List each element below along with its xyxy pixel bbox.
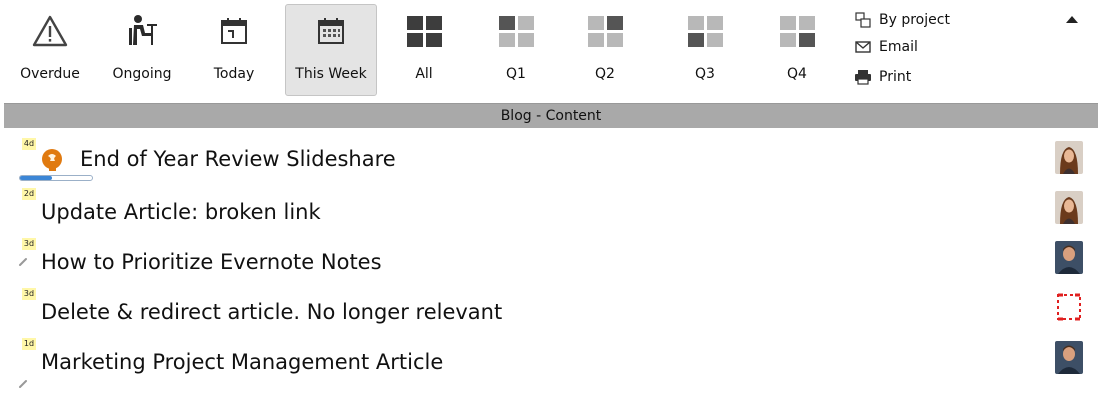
print-link[interactable]: Print — [852, 62, 950, 92]
assignee-avatar — [1055, 241, 1083, 274]
toolbar: Overdue Ongoing Today This Week All Q1 Q… — [0, 0, 1098, 101]
all-label: All — [415, 66, 433, 82]
broken-image-icon — [1055, 291, 1083, 324]
grid-all-icon — [405, 13, 443, 49]
q4-button[interactable]: Q4 — [751, 4, 843, 96]
assignee-avatar — [1055, 191, 1083, 224]
all-button[interactable]: All — [378, 4, 470, 96]
q1-label: Q1 — [506, 66, 526, 82]
q2-label: Q2 — [595, 66, 615, 82]
grid-q2-icon — [586, 13, 624, 49]
collapse-toolbar-arrow-icon[interactable] — [1066, 16, 1078, 23]
task-row[interactable]: 3d Delete & redirect article. No longer … — [0, 288, 1098, 338]
person-at-desk-icon — [123, 13, 161, 49]
q2-button[interactable]: Q2 — [559, 4, 651, 96]
email-label: Email — [879, 39, 918, 55]
today-button[interactable]: Today — [188, 4, 280, 96]
ongoing-button[interactable]: Ongoing — [96, 4, 188, 96]
q1-button[interactable]: Q1 — [470, 4, 562, 96]
task-title: How to Prioritize Evernote Notes — [41, 250, 382, 274]
grid-q1-icon — [497, 13, 535, 49]
section-title: Blog - Content — [500, 108, 602, 124]
due-badge: 2d — [22, 188, 36, 200]
section-header[interactable]: Blog - Content — [4, 103, 1098, 128]
this-week-button[interactable]: This Week — [285, 4, 377, 96]
task-row[interactable]: 1d Marketing Project Management Article — [0, 338, 1098, 388]
due-badge: 3d — [22, 238, 36, 250]
due-badge: 4d — [22, 138, 36, 150]
by-project-link[interactable]: By project — [852, 8, 950, 32]
overdue-button[interactable]: Overdue — [4, 4, 96, 96]
calendar-day-icon — [215, 13, 253, 49]
warning-icon — [31, 13, 69, 49]
email-link[interactable]: Email — [852, 32, 950, 62]
task-title: Update Article: broken link — [41, 200, 321, 224]
by-project-label: By project — [879, 12, 950, 28]
task-row[interactable]: 2d Update Article: broken link — [0, 188, 1098, 238]
this-week-label: This Week — [295, 66, 367, 82]
brain-icon — [40, 148, 64, 176]
paperclip-icon — [18, 374, 28, 388]
link-icon — [18, 252, 28, 266]
grid-q3-icon — [686, 13, 724, 49]
task-row[interactable]: 3d How to Prioritize Evernote Notes — [0, 238, 1098, 288]
task-progress-fill — [20, 176, 53, 180]
task-title: Delete & redirect article. No longer rel… — [41, 300, 503, 324]
q4-label: Q4 — [787, 66, 807, 82]
due-badge: 1d — [22, 338, 36, 350]
task-progress-bar — [19, 175, 93, 181]
grid-q4-icon — [778, 13, 816, 49]
task-title: Marketing Project Management Article — [41, 350, 444, 374]
task-row[interactable]: 4d End of Year Review Slideshare — [0, 138, 1098, 188]
q3-button[interactable]: Q3 — [659, 4, 751, 96]
toolbar-links: By project Email Print — [852, 8, 950, 92]
assignee-avatar — [1055, 341, 1083, 374]
today-label: Today — [213, 66, 255, 82]
calendar-week-icon — [312, 13, 350, 49]
printer-icon — [852, 69, 874, 85]
envelope-icon — [852, 39, 874, 55]
due-badge: 3d — [22, 288, 36, 300]
print-label: Print — [879, 69, 912, 85]
overdue-label: Overdue — [20, 66, 80, 82]
ongoing-label: Ongoing — [112, 66, 172, 82]
q3-label: Q3 — [695, 66, 715, 82]
task-title: End of Year Review Slideshare — [80, 147, 396, 171]
group-icon — [852, 12, 874, 28]
assignee-avatar — [1055, 141, 1083, 174]
